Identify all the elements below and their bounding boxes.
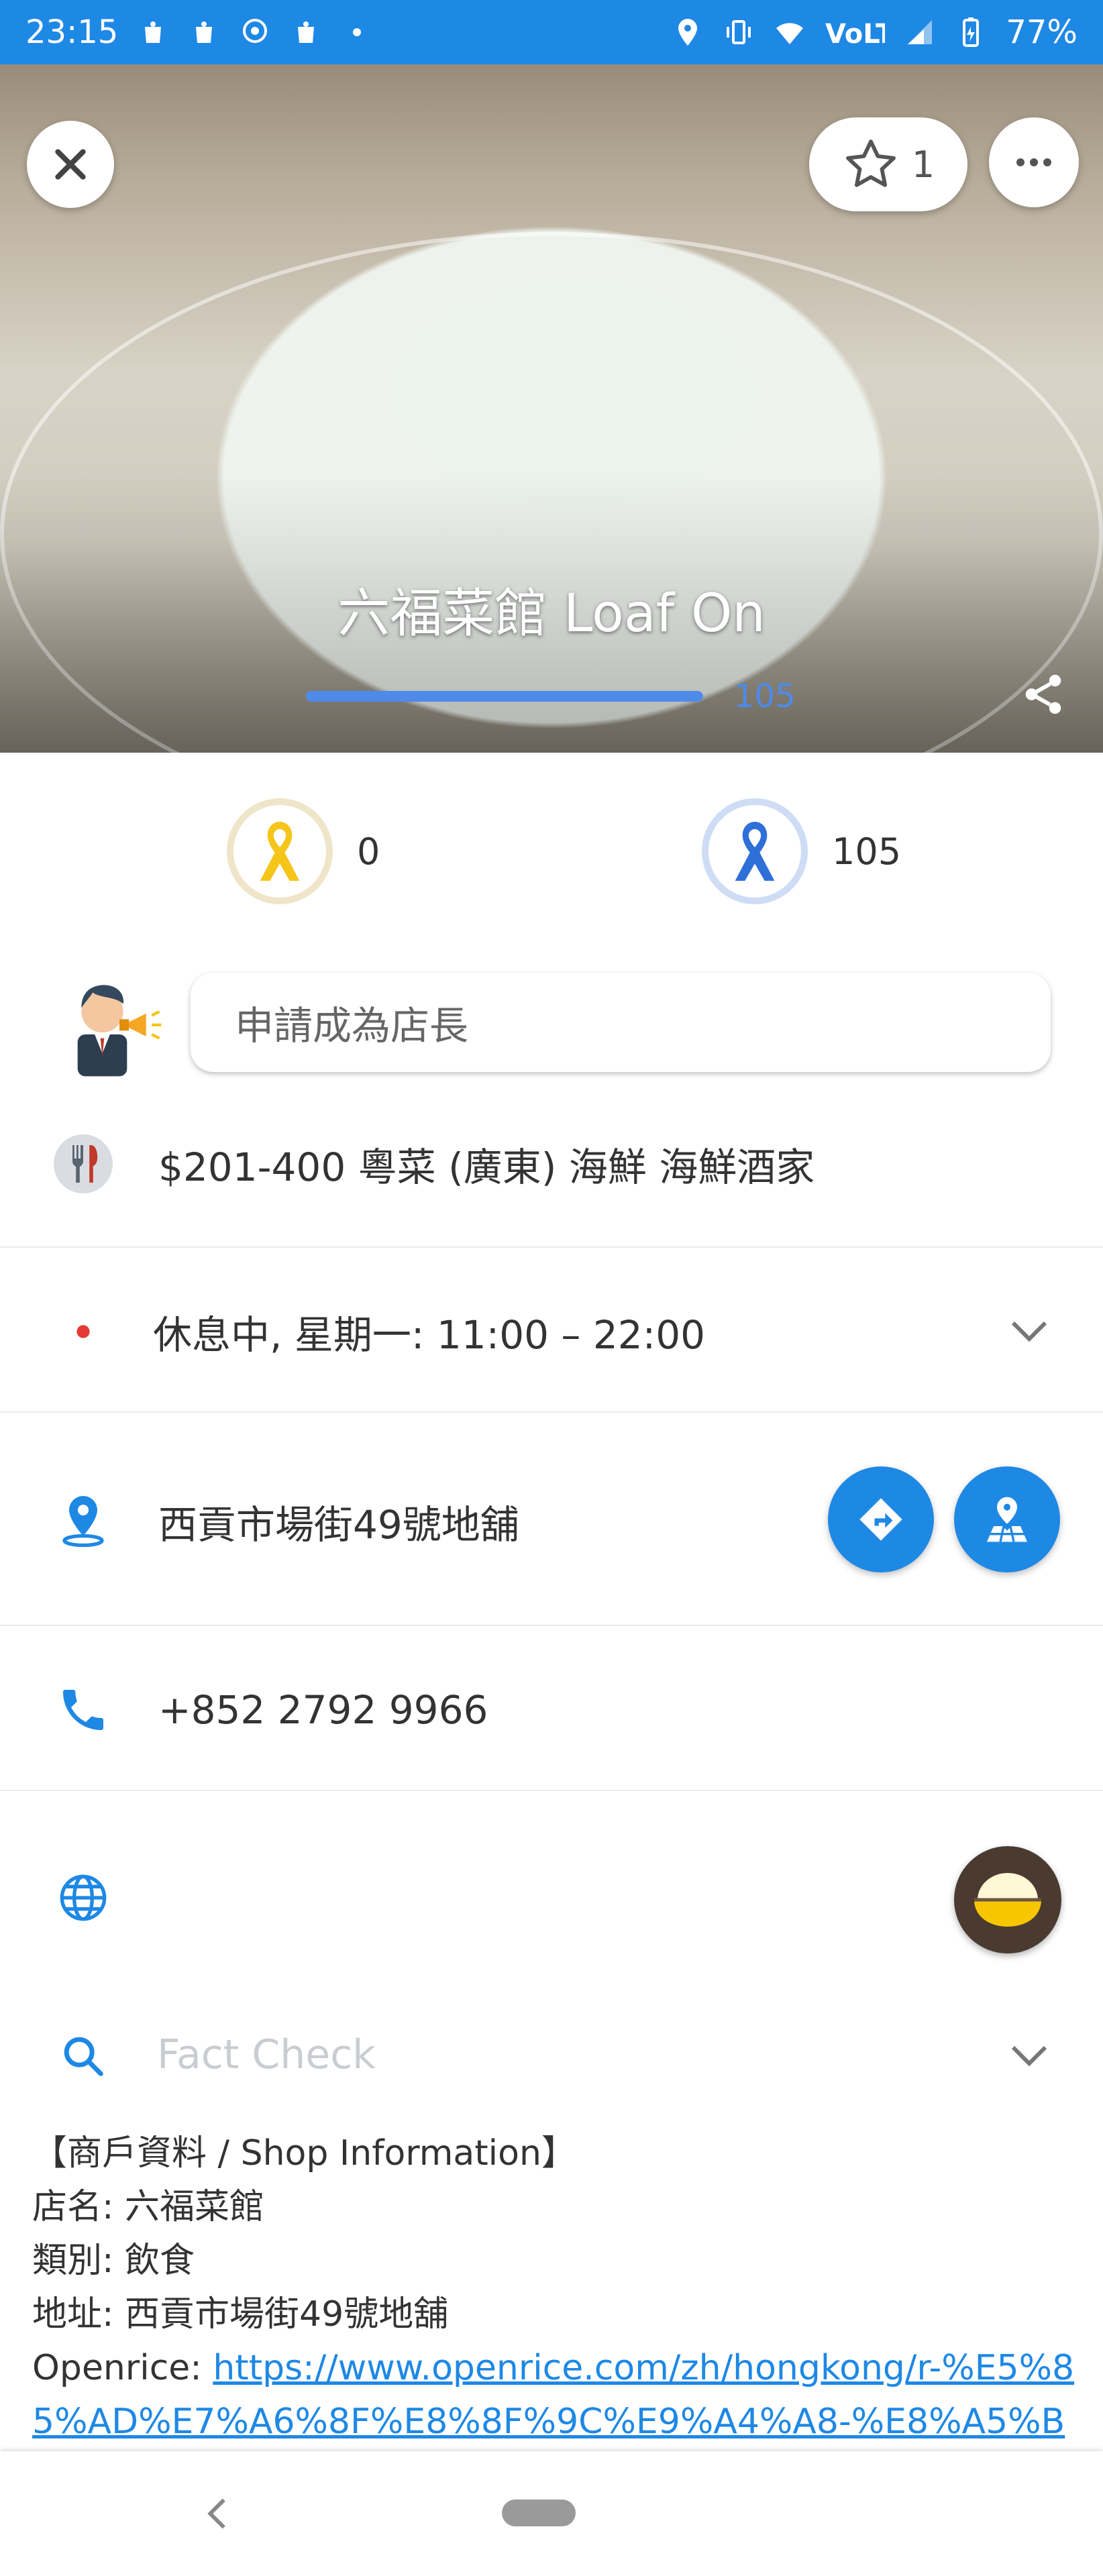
yellow-ribbon-badge [227, 798, 333, 904]
website-row[interactable] [0, 1861, 1103, 1935]
restaurant-title: 六福菜館 Loaf On [337, 584, 766, 644]
volte-icon: VoLTE [825, 19, 885, 48]
battery-icon [963, 17, 980, 47]
app-notification-icon [145, 21, 162, 43]
chevron-down-icon[interactable] [1005, 1307, 1053, 1355]
favorite-button[interactable]: 1 [809, 117, 967, 211]
chevron-down-icon[interactable] [1005, 2031, 1053, 2080]
directions-button[interactable] [828, 1466, 934, 1572]
divider [0, 1411, 1103, 1413]
blue-ribbon-badge [702, 798, 808, 904]
food-bowl-button[interactable] [954, 1846, 1061, 1953]
phone-number: +852 2792 9966 [158, 1687, 488, 1733]
phone-icon [63, 1690, 103, 1730]
battery-percentage: 77% [1006, 13, 1078, 51]
apply-shop-owner-placeholder: 申請成為店長 [235, 1003, 469, 1049]
food-bowl-icon [974, 1873, 1041, 1927]
app-notification-icon [196, 21, 213, 43]
shop-info-category: 類別: 飲食 [32, 2241, 195, 2281]
shop-info-address: 地址: 西貢市場街49號地舖 [32, 2294, 449, 2334]
blue-ribbon-counter[interactable]: 105 [702, 798, 901, 904]
close-button[interactable] [27, 121, 114, 208]
location-pin-wrap [51, 1487, 115, 1552]
status-time: 23:15 [25, 13, 119, 51]
yellow-ribbon-counter[interactable]: 0 [227, 798, 380, 904]
price-category-row: $201-400 粵菜 (廣東) 海鮮 海鮮酒家 [0, 1127, 1103, 1201]
yellow-ribbon-icon [260, 822, 300, 881]
share-icon[interactable] [1020, 671, 1067, 718]
blue-ribbon-icon [735, 822, 775, 881]
svg-text:VoLTE: VoLTE [825, 19, 885, 48]
shop-owner-section: 申請成為店長 [0, 966, 1103, 1087]
directions-icon [859, 1498, 902, 1541]
location-pin-icon [62, 1496, 104, 1548]
ribbon-counters: 0 105 [0, 798, 1103, 912]
shop-info-header: 【商戶資料 / Shop Information】 [32, 2133, 576, 2174]
signal-icon [908, 20, 933, 44]
wifi-icon [776, 23, 804, 44]
apply-shop-owner-field[interactable]: 申請成為店長 [191, 973, 1051, 1072]
back-chevron-icon[interactable] [195, 2490, 242, 2537]
phone-icon-wrap [51, 1678, 115, 1742]
status-bar: 23:15 VoLTE 77% [0, 0, 1103, 64]
shop-owner-avatar-icon [77, 985, 162, 1077]
blue-ribbon-count: 105 [832, 830, 902, 873]
address-row: 西貢市場街49號地舖 [0, 1462, 1103, 1576]
search-icon-wrap [51, 2024, 115, 2088]
divider [0, 1625, 1103, 1626]
more-options-button[interactable] [989, 117, 1079, 207]
otter-notification-icon [243, 19, 268, 43]
vibrate-icon [727, 20, 751, 44]
status-dot-wrap [51, 1299, 115, 1364]
closed-status-dot-icon [76, 1325, 90, 1338]
more-horizontal-icon [1016, 158, 1051, 166]
cutlery-icon [54, 1134, 113, 1193]
star-icon [845, 140, 896, 187]
phone-row[interactable]: +852 2792 9966 [0, 1673, 1103, 1747]
home-pill[interactable] [502, 2500, 576, 2526]
location-icon [678, 19, 698, 46]
price-and-categories: $201-400 粵菜 (廣東) 海鮮 海鮮酒家 [158, 1144, 815, 1190]
openrice-label: Openrice: [32, 2348, 213, 2388]
close-icon [55, 149, 86, 180]
app-notification-icon [298, 21, 315, 43]
map-location-icon [987, 1497, 1027, 1542]
shop-info-name: 店名: 六福菜館 [32, 2187, 265, 2227]
photo-progress-fill [306, 691, 703, 702]
cutlery-icon-wrap [51, 1132, 115, 1196]
globe-icon [60, 1874, 107, 1921]
search-icon [64, 2037, 103, 2076]
favorite-count: 1 [911, 143, 935, 186]
photo-progress-bar [306, 691, 703, 702]
fact-check-label: Fact Check [157, 2031, 376, 2078]
address-text: 西貢市場街49號地舖 [158, 1502, 519, 1548]
opening-hours-row[interactable]: 休息中, 星期一: 11:00 – 22:00 [0, 1295, 1103, 1368]
divider [0, 1246, 1103, 1248]
more-notifications-dot-icon [353, 28, 362, 36]
system-navigation-bar [0, 2451, 1103, 2576]
yellow-ribbon-count: 0 [357, 830, 380, 873]
map-button[interactable] [954, 1466, 1060, 1572]
globe-icon-wrap [51, 1866, 115, 1930]
divider [0, 1790, 1103, 1791]
opening-hours-text: 休息中, 星期一: 11:00 – 22:00 [153, 1312, 706, 1358]
photo-count: 105 [734, 678, 796, 715]
